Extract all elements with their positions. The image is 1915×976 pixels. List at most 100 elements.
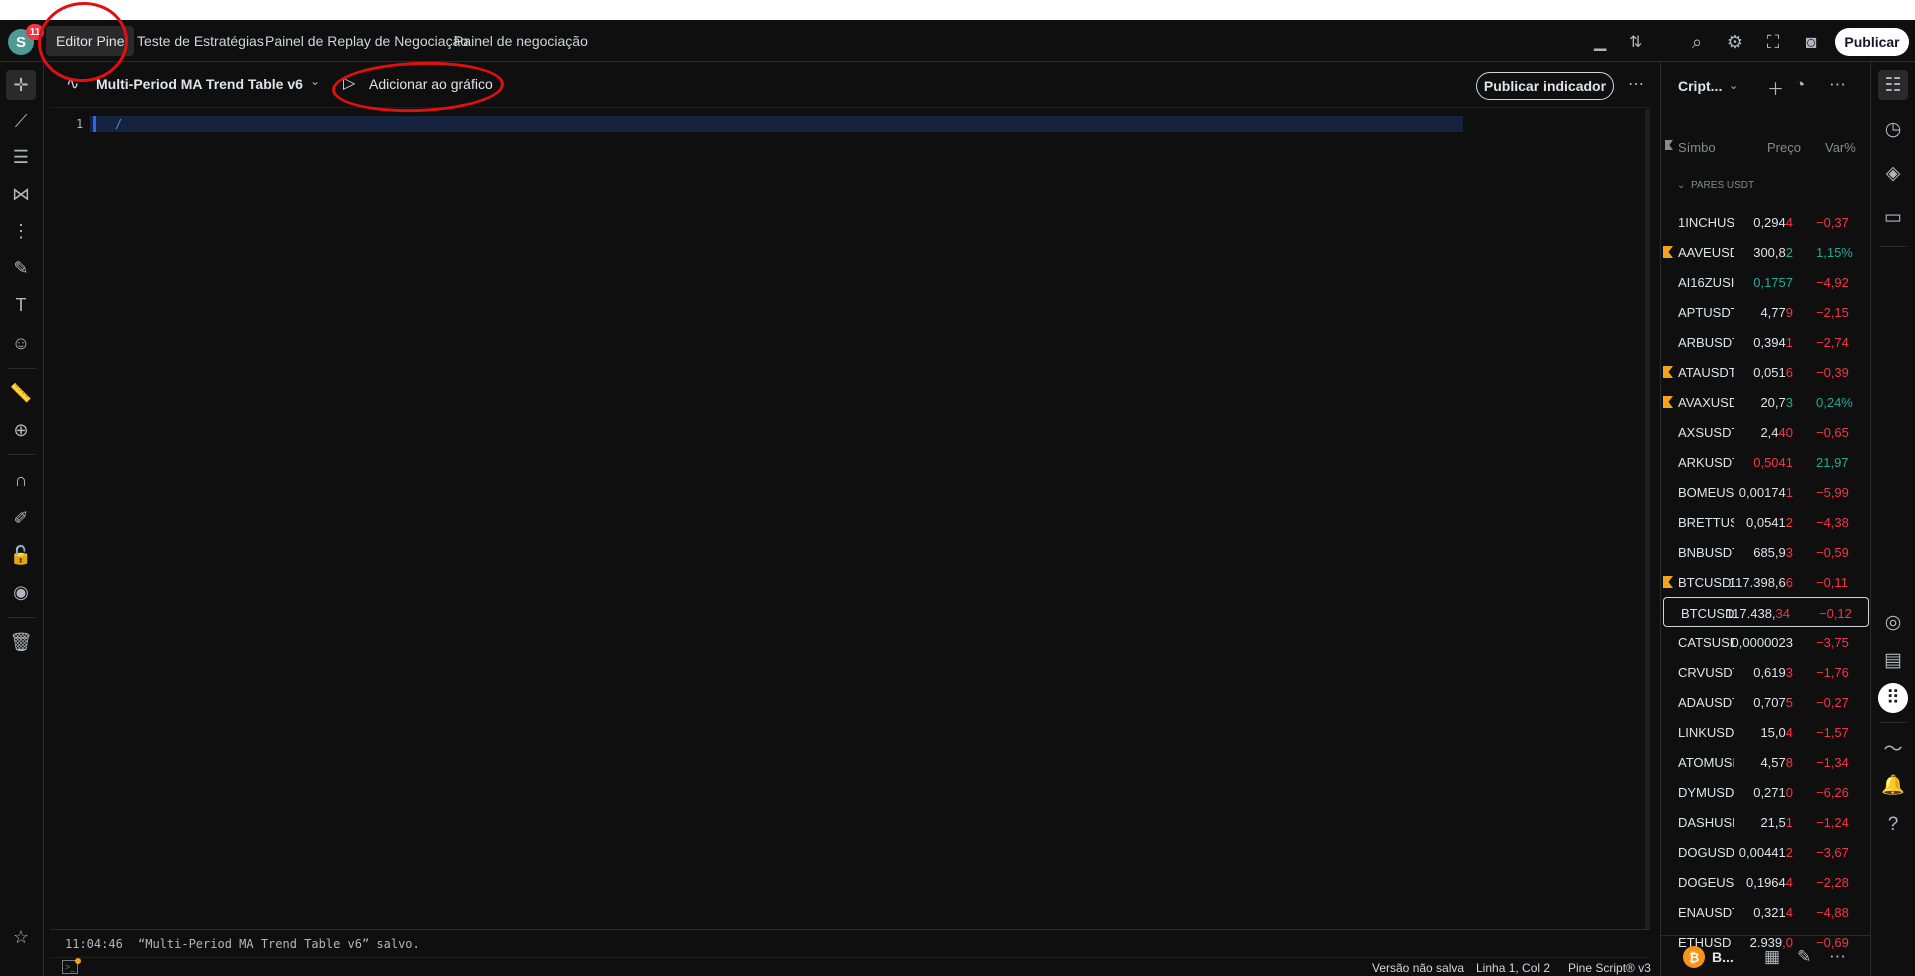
advanced-view-icon[interactable]: ◔ (1795, 75, 1805, 95)
top-tab-bar: S 11 Editor Pine Teste de Estratégias Pa… (0, 20, 1660, 62)
code-editor[interactable]: 1 / (50, 109, 1650, 929)
symbol-name: AAVEUSD (1678, 245, 1734, 260)
watchlist-row[interactable]: AI16ZUSI 0,1757 −4,92 (1661, 267, 1871, 297)
watchlist-row[interactable]: DOGEUSI 0,19644 −2,28 (1661, 867, 1871, 897)
bell-icon[interactable]: 🔔 (1878, 770, 1908, 800)
signal-icon[interactable]: 〜 (1878, 732, 1908, 762)
publish-indicator-button[interactable]: Publicar indicador (1476, 72, 1614, 100)
watchlist-row[interactable]: ARBUSDT 0,3941 −2,74 (1661, 327, 1871, 357)
watchlist-row[interactable]: AAVEUSD 300,82 1,15% (1661, 237, 1871, 267)
grid-layout-icon[interactable]: ▦ (1764, 947, 1780, 967)
group-header[interactable]: ⌄ PARES USDT (1677, 180, 1754, 191)
settings-gear-icon[interactable]: ⚙ (1723, 30, 1747, 54)
footer-symbol-label[interactable]: B... (1712, 949, 1734, 965)
add-symbol-icon[interactable]: ＋ (1767, 75, 1784, 100)
watchlist-row[interactable]: 1INCHUS 0,2944 −0,37 (1661, 207, 1871, 237)
layers-icon[interactable]: ◈ (1878, 158, 1908, 188)
language-version[interactable]: Pine Script® v3 (1568, 961, 1651, 975)
tab-strategy-tester[interactable]: Teste de Estratégias (127, 26, 274, 56)
trash-icon[interactable]: 🗑 (6, 627, 36, 657)
column-change[interactable]: Var% (1825, 140, 1856, 155)
symbol-name: ATAUSDT (1678, 365, 1734, 380)
flag-icon[interactable] (1663, 246, 1673, 258)
column-price[interactable]: Preço (1767, 140, 1801, 155)
more-options-icon[interactable]: ⋯ (1829, 75, 1846, 95)
lock-drawing-icon[interactable]: ✐ (6, 503, 36, 533)
chevron-down-icon[interactable]: ⌄ (1729, 79, 1738, 92)
watchlist-row[interactable]: AVAXUSD 20,73 0,24% (1661, 387, 1871, 417)
maximize-panel-icon[interactable]: ⇅ (1629, 32, 1642, 52)
magnet-icon[interactable]: ∩ (6, 465, 36, 495)
watchlist-icon[interactable]: ☷ (1878, 70, 1908, 100)
watchlist-row[interactable]: AXSUSDT 2,440 −0,65 (1661, 417, 1871, 447)
text-icon[interactable]: T (6, 290, 36, 320)
ruler-icon[interactable]: 📏 (6, 378, 36, 408)
watchlist-row[interactable]: ENAUSDT 0,3214 −4,88 (1661, 897, 1871, 927)
symbol-change: −4,38 (1816, 515, 1849, 530)
watchlist-row[interactable]: ADAUSDT 0,7075 −0,27 (1661, 687, 1871, 717)
play-icon[interactable]: ▷ (343, 73, 355, 93)
watchlist-row[interactable]: ATAUSDT 0,0516 −0,39 (1661, 357, 1871, 387)
target-icon[interactable]: ◎ (1878, 607, 1908, 637)
star-icon[interactable]: ☆ (6, 922, 36, 952)
rail-divider (1879, 722, 1907, 723)
price-tick-digits: 1 (1785, 815, 1793, 830)
camera-icon[interactable]: ◙ (1799, 30, 1823, 54)
watchlist-name[interactable]: Cript... (1678, 78, 1722, 94)
code-line[interactable]: / (115, 117, 122, 131)
rail-divider (1879, 246, 1907, 247)
flag-icon[interactable] (1663, 366, 1673, 378)
trend-line-icon[interactable]: ⟋ (6, 106, 36, 136)
watchlist-row[interactable]: BRETTUS 0,05412 −4,38 (1661, 507, 1871, 537)
zoom-icon[interactable]: ⊕ (6, 415, 36, 445)
watchlist-row[interactable]: LINKUSD 15,04 −1,57 (1661, 717, 1871, 747)
tab-trading-panel[interactable]: Painel de negociação (444, 26, 598, 56)
watchlist-row[interactable]: BTCUSDT 117.398,66 −0,11 (1661, 567, 1871, 597)
watchlist-row[interactable]: ATOMUSI 4,578 −1,34 (1661, 747, 1871, 777)
brush-icon[interactable]: ✎ (6, 253, 36, 283)
minimize-panel-icon[interactable]: ▁ (1594, 32, 1606, 52)
watchlist-row[interactable]: DYMUSDT 0,2710 −6,26 (1661, 777, 1871, 807)
script-title[interactable]: Multi-Period MA Trend Table v6 (96, 76, 303, 92)
forecast-icon[interactable]: ⋮ (6, 216, 36, 246)
pointer-search-icon[interactable]: ⌕ (1685, 30, 1709, 54)
apps-icon[interactable]: ⠿ (1878, 683, 1908, 713)
watchlist-panel: Cript... ⌄ ＋ ◔ ⋯ Símbo Preço Var% ⌄ PARE… (1660, 62, 1871, 976)
bitcoin-icon: ₿ (1683, 946, 1705, 968)
fib-icon[interactable]: ☰ (6, 142, 36, 172)
flag-icon[interactable] (1663, 396, 1673, 408)
publish-button[interactable]: Publicar (1835, 28, 1909, 56)
column-symbol[interactable]: Símbo (1678, 140, 1716, 155)
edit-icon[interactable]: ✎ (1797, 947, 1811, 967)
more-options-icon[interactable]: ⋯ (1829, 947, 1846, 967)
flag-column-icon[interactable] (1665, 140, 1673, 150)
watchlist-row[interactable]: ARKUSDT 0,5041 21,97 (1661, 447, 1871, 477)
watchlist-row[interactable]: CRVUSDT 0,6193 −1,76 (1661, 657, 1871, 687)
price-tick-digits: 4 (1785, 875, 1793, 890)
watchlist-row[interactable]: BTCUSD 117.438,34 −0,12 (1663, 597, 1869, 627)
more-options-icon[interactable]: ⋯ (1628, 74, 1644, 94)
watchlist-row[interactable]: BNBUSDT 685,93 −0,59 (1661, 537, 1871, 567)
tab-editor-pine[interactable]: Editor Pine (46, 26, 135, 56)
watchlist-row[interactable]: BOMEUSI 0,001741 −5,99 (1661, 477, 1871, 507)
fullscreen-icon[interactable]: ⛶ (1761, 30, 1785, 54)
alert-clock-icon[interactable]: ◷ (1878, 114, 1908, 144)
watchlist-row[interactable]: APTUSDT 4,779 −2,15 (1661, 297, 1871, 327)
chevron-down-icon[interactable]: ⌄ (310, 74, 320, 88)
watchlist-row[interactable]: DASHUSE 21,51 −1,24 (1661, 807, 1871, 837)
add-to-chart-button[interactable]: Adicionar ao gráfico (369, 76, 493, 92)
watchlist-row[interactable]: DOGUSDT 0,004412 −3,67 (1661, 837, 1871, 867)
help-icon[interactable]: ? (1878, 810, 1908, 840)
symbol-price: 4,779 (1760, 305, 1793, 320)
emoji-icon[interactable]: ☺ (6, 328, 36, 358)
lock-icon[interactable]: 🔓 (6, 540, 36, 570)
chat-icon[interactable]: ▭ (1878, 202, 1908, 232)
eye-icon[interactable]: ◉ (6, 577, 36, 607)
watchlist-row[interactable]: CATSUSD 0,0000023 −3,75 (1661, 627, 1871, 657)
crosshair-icon[interactable]: ✛ (6, 70, 36, 100)
console-message: “Multi-Period MA Trend Table v6” salvo. (138, 937, 420, 951)
flag-icon[interactable] (1663, 576, 1673, 588)
pattern-icon[interactable]: ⋈ (6, 179, 36, 209)
editor-scrollbar[interactable] (1645, 109, 1650, 929)
calendar-icon[interactable]: ▤ (1878, 645, 1908, 675)
